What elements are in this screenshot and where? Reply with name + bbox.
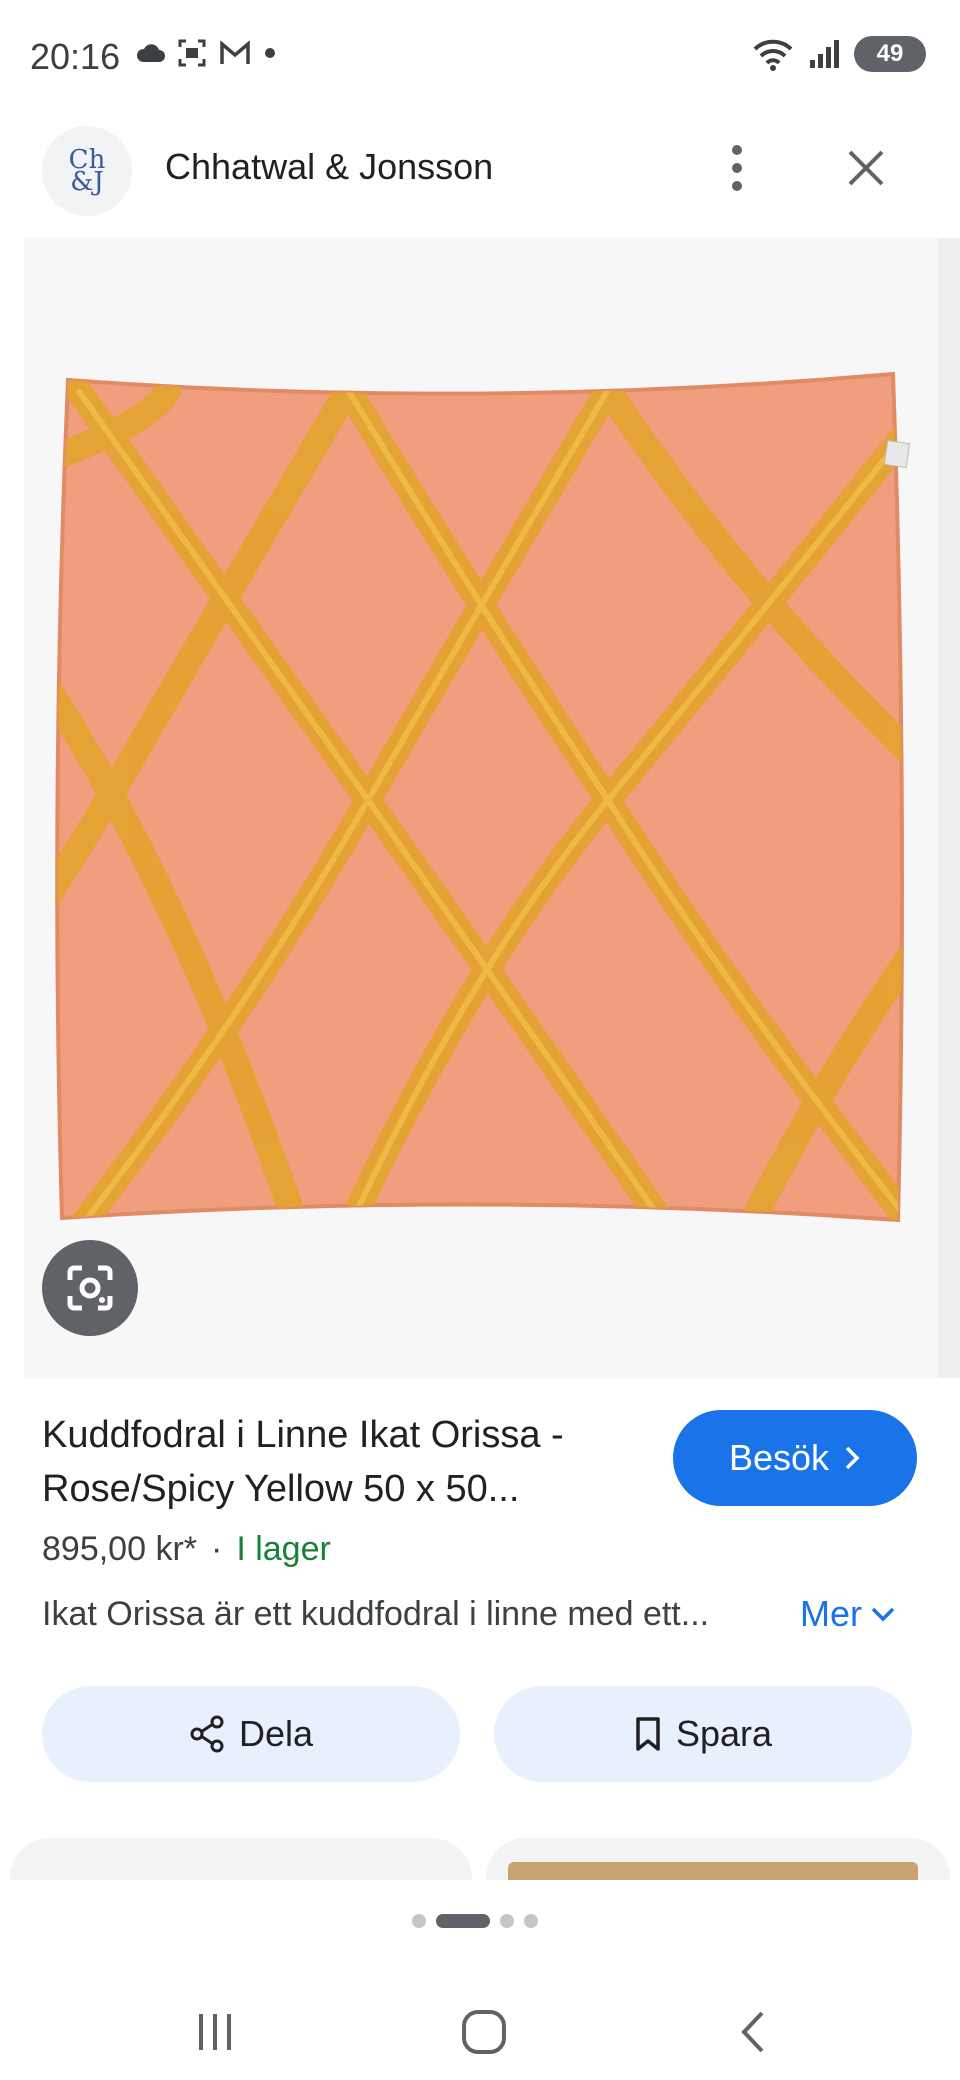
close-icon: [848, 150, 884, 186]
page-dot: [524, 1914, 538, 1928]
visit-label: Besök: [728, 1437, 830, 1478]
more-dot-icon: [732, 145, 742, 155]
next-image-peek[interactable]: [938, 238, 960, 1378]
price-row: 895,00 kr* · I lager: [42, 1530, 331, 1569]
image-left-edge: [0, 238, 24, 1378]
more-link[interactable]: Mer: [800, 1593, 896, 1635]
site-name[interactable]: Chhatwal & Jonsson: [165, 146, 493, 188]
product-title[interactable]: Kuddfodral i Linne Ikat Orissa - Rose/Sp…: [42, 1408, 642, 1516]
product-image: [55, 371, 911, 1223]
status-bar: 20:16 49: [0, 0, 960, 118]
share-button[interactable]: Dela: [42, 1686, 460, 1782]
gmail-icon: [220, 40, 250, 64]
close-button[interactable]: [836, 138, 896, 198]
status-left-icons: [135, 38, 277, 68]
page-dot: [500, 1914, 514, 1928]
more-label: Mer: [800, 1593, 862, 1634]
wifi-icon: [753, 39, 793, 71]
screenshot-icon: [178, 39, 206, 67]
system-nav-bar: [0, 1980, 960, 2080]
lens-search-button[interactable]: [42, 1240, 138, 1336]
dot-icon: [265, 48, 275, 58]
save-label: Spara: [675, 1713, 773, 1754]
product-image-area[interactable]: [24, 238, 938, 1378]
page-indicator: [412, 1914, 538, 1928]
recent-apps-button[interactable]: [175, 2002, 255, 2062]
description-row: Ikat Orissa är ett kuddfodral i linne me…: [42, 1593, 922, 1635]
page-dot: [412, 1914, 426, 1928]
share-icon: [190, 1715, 224, 1753]
chevron-down-icon: [871, 1607, 895, 1622]
recents-icon: [199, 2014, 231, 2050]
more-dot-icon: [732, 181, 742, 191]
result-header: Ch &J Chhatwal & Jonsson: [0, 118, 960, 238]
signal-icon: [810, 40, 839, 68]
bookmark-icon: [636, 1717, 660, 1751]
description: Ikat Orissa är ett kuddfodral i linne me…: [42, 1594, 710, 1633]
separator: ·: [211, 1530, 223, 1568]
price: 895,00 kr*: [42, 1530, 197, 1568]
back-icon: [741, 2011, 764, 2053]
more-dot-icon: [732, 163, 742, 173]
more-options-button[interactable]: [712, 138, 762, 198]
page-dot-active: [436, 1914, 490, 1928]
back-button[interactable]: [713, 2002, 793, 2062]
status-right-icons: 49: [752, 36, 926, 72]
lens-icon: [67, 1265, 113, 1311]
status-time: 20:16: [30, 36, 121, 77]
share-label: Dela: [238, 1713, 314, 1754]
save-button[interactable]: Spara: [494, 1686, 912, 1782]
site-logo: Ch &J: [42, 126, 132, 216]
battery-indicator: 49: [854, 36, 926, 72]
visit-button[interactable]: Besök: [673, 1410, 917, 1506]
chevron-right-icon: [845, 1446, 860, 1470]
stock-status: I lager: [236, 1530, 331, 1568]
home-button[interactable]: [444, 2002, 524, 2062]
home-icon: [462, 2010, 506, 2054]
cloud-icon: [136, 44, 165, 62]
